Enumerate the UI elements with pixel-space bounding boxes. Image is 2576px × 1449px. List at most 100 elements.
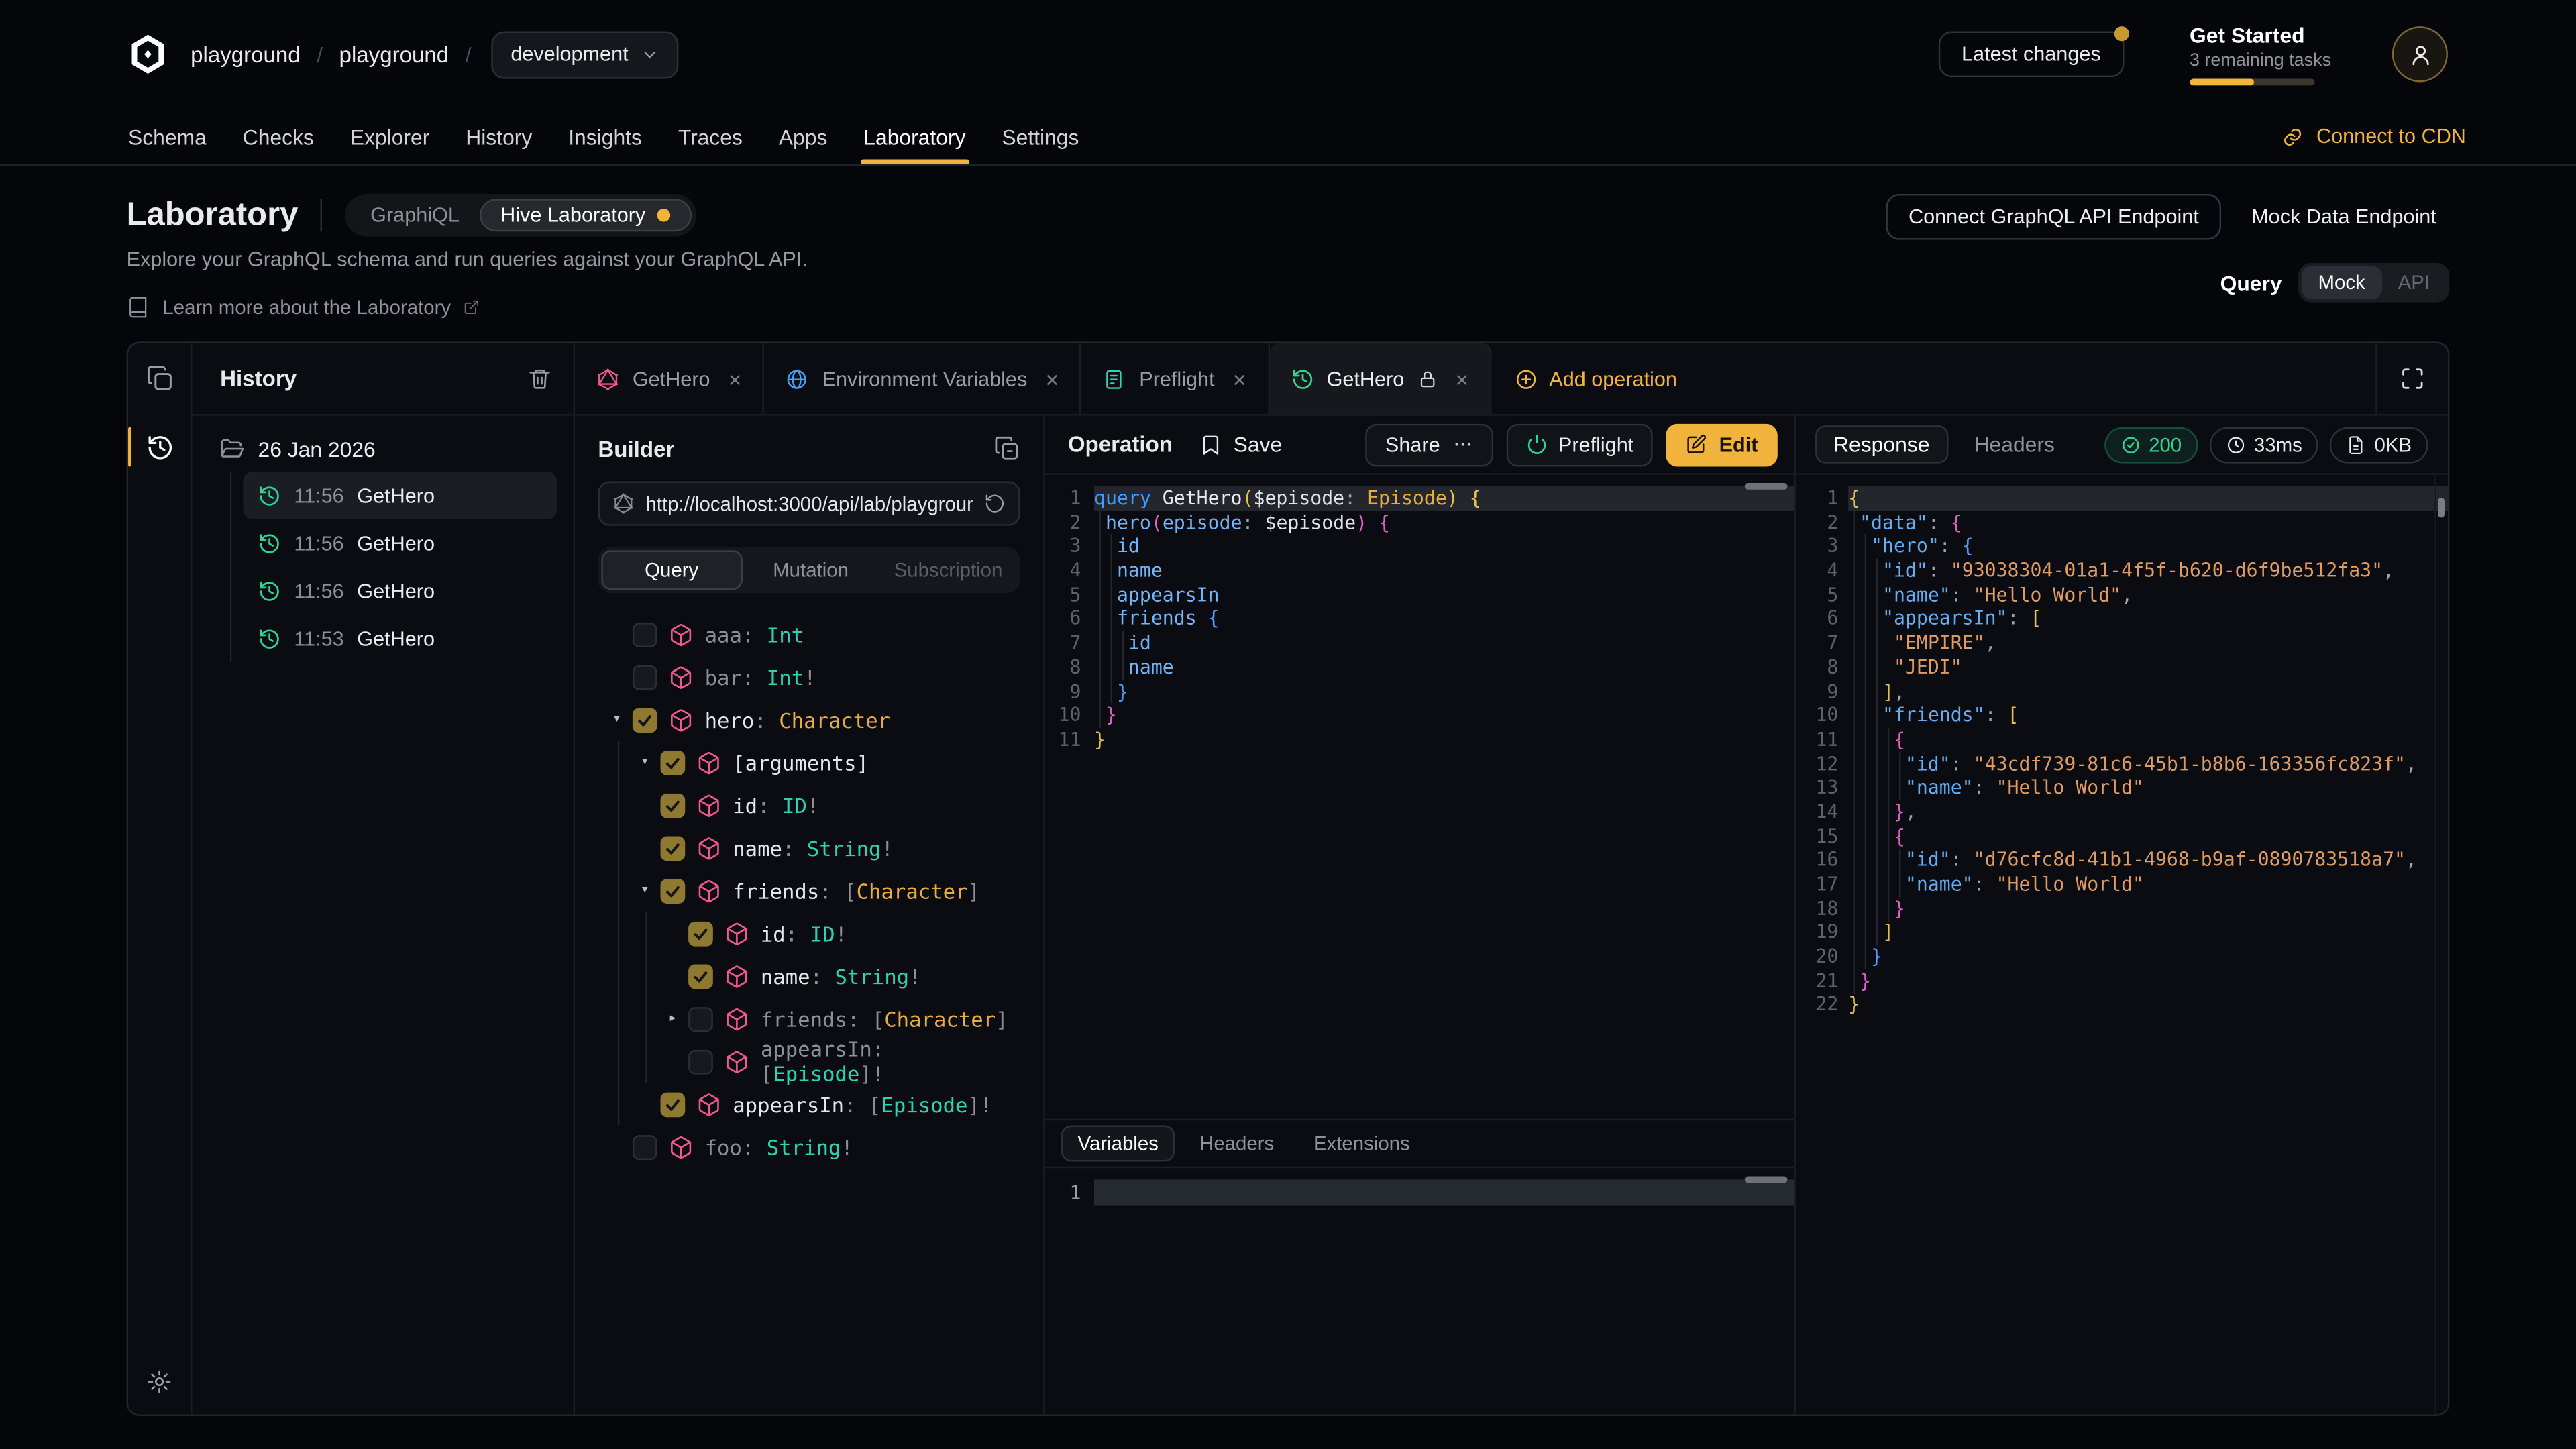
rail-item-history[interactable] (128, 424, 191, 470)
avatar[interactable] (2392, 26, 2448, 82)
share-button[interactable]: Share (1366, 423, 1493, 466)
schema-field-arguments[interactable]: ▾[arguments] (598, 741, 1020, 784)
code-line: 9 } (1045, 680, 1794, 704)
mode-api[interactable]: API (2381, 266, 2446, 299)
nav-item-traces[interactable]: Traces (660, 109, 761, 164)
response-tab-headers[interactable]: Headers (1961, 427, 2068, 462)
variables-editor[interactable]: 1 (1045, 1168, 1794, 1414)
breadcrumb-org[interactable]: playground (191, 42, 301, 66)
field-checkbox[interactable] (660, 793, 685, 818)
nav-item-insights[interactable]: Insights (550, 109, 660, 164)
schema-field-appearsIn[interactable]: appearsIn: [Episode]! (598, 1083, 1020, 1126)
nav-item-checks[interactable]: Checks (225, 109, 332, 164)
field-checkbox[interactable] (660, 1091, 685, 1116)
edit-button[interactable]: Edit (1666, 423, 1778, 466)
endpoint-url-input[interactable]: http://localhost:3000/api/lab/playground (598, 482, 1020, 526)
field-checkbox[interactable] (688, 963, 713, 988)
scrollbar-thumb[interactable] (1745, 1176, 1788, 1183)
toggle-graphiql[interactable]: GraphiQL (351, 199, 480, 231)
history-date-group[interactable]: 26 Jan 2026 (209, 437, 557, 462)
indent-guide (1110, 535, 1112, 704)
field-checkbox[interactable] (688, 1006, 713, 1031)
scrollbar-thumb[interactable] (1745, 483, 1788, 490)
hive-logo-icon[interactable] (127, 33, 170, 76)
pencil-icon (1686, 434, 1708, 455)
tab-mutation[interactable]: Mutation (742, 550, 879, 590)
field-checkbox[interactable] (688, 921, 713, 946)
save-button[interactable]: Save (1199, 432, 1282, 457)
close-tab-icon[interactable]: × (1045, 366, 1059, 392)
learn-more-link[interactable]: Learn more about the Laboratory (127, 296, 808, 319)
tab-query[interactable]: Query (601, 550, 742, 590)
field-checkbox[interactable] (633, 665, 657, 690)
toggle-hive-laboratory[interactable]: Hive Laboratory (479, 199, 692, 231)
close-tab-icon[interactable]: × (1233, 366, 1246, 392)
footer-tab-extensions[interactable]: Extensions (1299, 1127, 1425, 1160)
nav-item-laboratory[interactable]: Laboratory (845, 109, 983, 164)
connect-cdn-link[interactable]: Connect to CDN (2282, 109, 2466, 164)
folder-icon (220, 437, 245, 462)
chevron-down-icon[interactable]: ▾ (636, 882, 654, 898)
add-operation-button[interactable]: Add operation (1492, 343, 1701, 414)
latest-changes-button[interactable]: Latest changes (1939, 32, 2124, 78)
history-entry[interactable]: 11:56GetHero (243, 567, 557, 614)
mock-endpoint-button[interactable]: Mock Data Endpoint (2239, 194, 2450, 240)
environment-dropdown[interactable]: development (491, 30, 680, 78)
field-checkbox[interactable] (660, 750, 685, 775)
nav-item-settings[interactable]: Settings (983, 109, 1097, 164)
get-started-widget[interactable]: Get Started 3 remaining tasks (2190, 23, 2331, 85)
scrollbar-thumb[interactable] (2438, 498, 2445, 517)
collections-icon[interactable] (146, 365, 174, 393)
schema-field-friends[interactable]: ▾friends: [Character] (598, 869, 1020, 912)
schema-field-name[interactable]: name: String! (598, 955, 1020, 998)
nav-item-explorer[interactable]: Explorer (332, 109, 447, 164)
footer-tab-variables[interactable]: Variables (1061, 1126, 1175, 1162)
chevron-right-icon[interactable]: ▸ (663, 1010, 682, 1026)
preflight-button[interactable]: Preflight (1506, 423, 1654, 466)
trash-icon[interactable] (527, 366, 552, 391)
close-tab-icon[interactable]: × (729, 366, 742, 392)
settings-gear-icon[interactable] (146, 1368, 172, 1395)
operation-tab-preflight[interactable]: Preflight× (1082, 343, 1269, 414)
schema-field-appearsIn[interactable]: appearsIn: [Episode]! (598, 1040, 1020, 1083)
connect-endpoint-button[interactable]: Connect GraphQL API Endpoint (1886, 194, 2222, 240)
chevron-down-icon[interactable]: ▾ (636, 754, 654, 770)
operation-tab-gethero[interactable]: GetHero× (1269, 343, 1492, 414)
refresh-icon[interactable] (984, 493, 1006, 515)
history-entry[interactable]: 11:56GetHero (243, 519, 557, 567)
footer-tab-headers[interactable]: Headers (1185, 1127, 1289, 1160)
history-entries: 11:56GetHero11:56GetHero11:56GetHero11:5… (230, 472, 557, 662)
history-entry[interactable]: 11:56GetHero (243, 472, 557, 519)
close-tab-icon[interactable]: × (1455, 366, 1468, 392)
field-checkbox[interactable] (688, 1049, 713, 1074)
schema-field-friends[interactable]: ▸friends: [Character] (598, 998, 1020, 1040)
schema-field-hero[interactable]: ▾hero: Character (598, 698, 1020, 741)
field-checkbox[interactable] (660, 878, 685, 903)
field-checkbox[interactable] (633, 707, 657, 732)
schema-field-id[interactable]: id: ID! (598, 912, 1020, 955)
nav-item-history[interactable]: History (447, 109, 550, 164)
field-checkbox[interactable] (633, 1134, 657, 1159)
nav-item-apps[interactable]: Apps (761, 109, 845, 164)
tab-subscription[interactable]: Subscription (879, 550, 1017, 590)
nav-item-schema[interactable]: Schema (110, 109, 225, 164)
operation-tab-gethero[interactable]: GetHero× (575, 343, 765, 414)
response-tab-response[interactable]: Response (1815, 425, 1947, 463)
field-checkbox[interactable] (660, 835, 685, 860)
mode-mock[interactable]: Mock (2302, 266, 2381, 299)
schema-field-aaa[interactable]: aaa: Int (598, 612, 1020, 655)
operation-tab-environment-variables[interactable]: Environment Variables× (765, 343, 1082, 414)
schema-field-name[interactable]: name: String! (598, 826, 1020, 869)
field-checkbox[interactable] (633, 622, 657, 647)
fullscreen-button[interactable] (2375, 343, 2448, 414)
schema-field-id[interactable]: id: ID! (598, 784, 1020, 826)
schema-field-bar[interactable]: bar: Int! (598, 655, 1020, 698)
chevron-down-icon[interactable]: ▾ (608, 711, 626, 727)
collapse-all-icon[interactable] (994, 435, 1020, 462)
breadcrumb-project[interactable]: playground (339, 42, 449, 66)
schema-field-foo[interactable]: foo: String! (598, 1126, 1020, 1169)
code-line: 9 ], (1796, 680, 2448, 704)
query-editor[interactable]: 1query GetHero($episode: Episode) {2 her… (1045, 475, 1794, 1119)
response-viewer[interactable]: 1{2 "data": {3 "hero": {4 "id": "9303830… (1796, 475, 2448, 1415)
history-entry[interactable]: 11:53GetHero (243, 614, 557, 662)
